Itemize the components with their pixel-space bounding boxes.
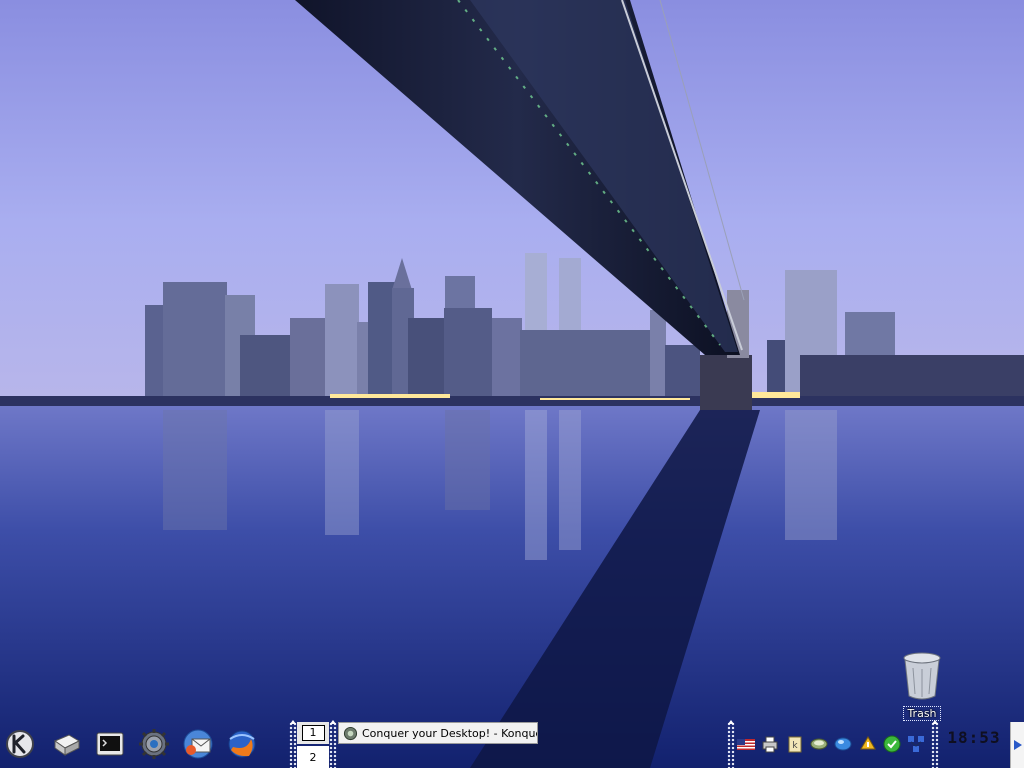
arrow-right-icon	[1013, 740, 1022, 750]
kmix-icon	[810, 738, 828, 750]
kwallet-icon	[860, 736, 876, 750]
systray-kwallet[interactable]	[857, 733, 879, 755]
mail-client-icon	[183, 729, 213, 759]
home-folder-launcher[interactable]	[48, 724, 84, 764]
web-browser-launcher[interactable]	[224, 724, 260, 764]
panel-handle-systray[interactable]	[727, 720, 735, 768]
taskbar-item-title: Conquer your Desktop! - Konque	[362, 726, 538, 740]
systray-update-status[interactable]	[881, 733, 903, 755]
taskbar-item-konqueror[interactable]: Conquer your Desktop! - Konque	[338, 722, 538, 744]
web-browser-icon	[228, 730, 256, 758]
mail-client-launcher[interactable]	[180, 724, 216, 764]
terminal-launcher[interactable]	[92, 724, 128, 764]
desktop-wallpaper	[0, 0, 1024, 768]
terminal-icon	[96, 732, 124, 756]
systray-network-manager[interactable]	[905, 733, 927, 755]
panel-handle-taskbar[interactable]	[329, 720, 337, 768]
panel-handle-pager[interactable]	[289, 720, 297, 768]
pager-desktop-label: 1	[301, 725, 325, 741]
update-ok-icon	[883, 735, 901, 753]
panel-clock[interactable]: 18:53	[942, 728, 1006, 747]
systray-printer[interactable]	[759, 733, 781, 755]
svg-text:k: k	[792, 741, 798, 751]
network-icon	[834, 737, 852, 751]
pager-desktop-2[interactable]: 2	[297, 746, 329, 768]
pager-desktop-1[interactable]: 1	[297, 722, 329, 744]
network-manager-icon	[908, 736, 924, 752]
kde-menu-icon	[6, 730, 34, 758]
desktop-icon-trash[interactable]: Trash	[898, 650, 946, 721]
control-center-icon	[139, 729, 169, 759]
keyboard-layout-us-icon	[737, 739, 755, 750]
home-folder-icon	[53, 734, 81, 756]
klipper-icon: k	[788, 736, 802, 753]
panel-hide-button[interactable]	[1010, 722, 1024, 768]
systray-kmix[interactable]	[808, 733, 830, 755]
control-center-launcher[interactable]	[136, 724, 172, 764]
printer-icon	[762, 736, 778, 753]
pager-desktop-label: 2	[309, 750, 317, 764]
desktop-pager: 1 2	[297, 722, 329, 768]
panel-handle-clock[interactable]	[931, 720, 939, 768]
systray-network[interactable]	[832, 733, 854, 755]
systray-klipper[interactable]: k	[784, 733, 806, 755]
kde-menu-button[interactable]	[2, 724, 38, 764]
konqueror-icon	[343, 726, 358, 740]
trash-icon	[903, 652, 941, 700]
desktop-icon-label: Trash	[903, 706, 941, 721]
systray-keyboard-layout[interactable]	[735, 733, 757, 755]
